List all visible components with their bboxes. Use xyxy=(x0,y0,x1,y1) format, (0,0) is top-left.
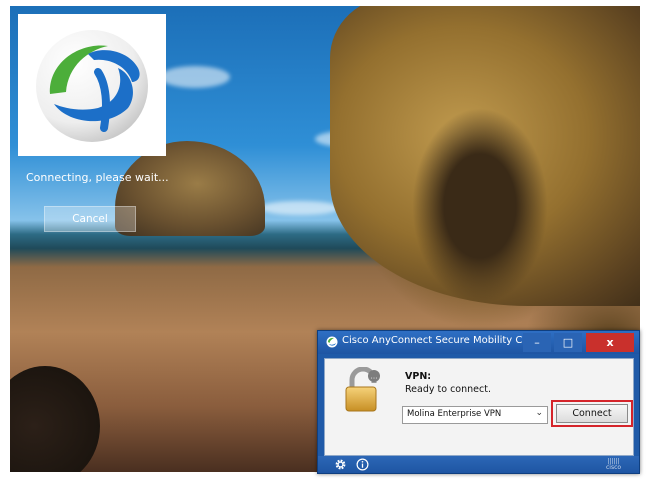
cisco-logo-icon: |||||| cisco xyxy=(606,458,622,471)
selected-server: Molina Enterprise VPN xyxy=(407,409,502,419)
svg-text:…: … xyxy=(371,373,378,381)
anyconnect-window: Cisco AnyConnect Secure Mobility Client … xyxy=(317,330,640,474)
anyconnect-logo-tile xyxy=(18,14,166,156)
window-footer: |||||| cisco xyxy=(318,456,639,473)
cancel-button[interactable]: Cancel xyxy=(44,206,136,232)
maximize-button[interactable]: □ xyxy=(554,333,582,352)
lock-icon: … xyxy=(345,367,380,412)
window-titlebar[interactable]: Cisco AnyConnect Secure Mobility Client … xyxy=(318,331,639,354)
gear-icon[interactable] xyxy=(334,458,347,471)
info-icon[interactable] xyxy=(356,458,369,471)
minimize-button[interactable]: – xyxy=(523,333,551,352)
vpn-panel: … VPN: Ready to connect. Molina Enterpri… xyxy=(324,358,634,456)
vpn-server-select[interactable]: Molina Enterprise VPN ⌄ xyxy=(402,406,548,424)
close-button[interactable]: x xyxy=(586,333,634,352)
cloud xyxy=(160,66,230,88)
connection-status: Ready to connect. xyxy=(405,384,491,395)
connecting-status-text: Connecting, please wait... xyxy=(26,171,169,184)
vpn-label: VPN: xyxy=(405,371,432,382)
window-title: Cisco AnyConnect Secure Mobility Client xyxy=(342,335,545,346)
foreground-rock xyxy=(10,366,100,472)
anyconnect-globe-icon xyxy=(326,336,338,348)
connect-button[interactable]: Connect xyxy=(556,404,628,423)
chevron-down-icon: ⌄ xyxy=(535,408,543,418)
cloud xyxy=(260,201,340,215)
cave-arch xyxy=(330,6,640,306)
anyconnect-logo-icon xyxy=(36,30,148,142)
